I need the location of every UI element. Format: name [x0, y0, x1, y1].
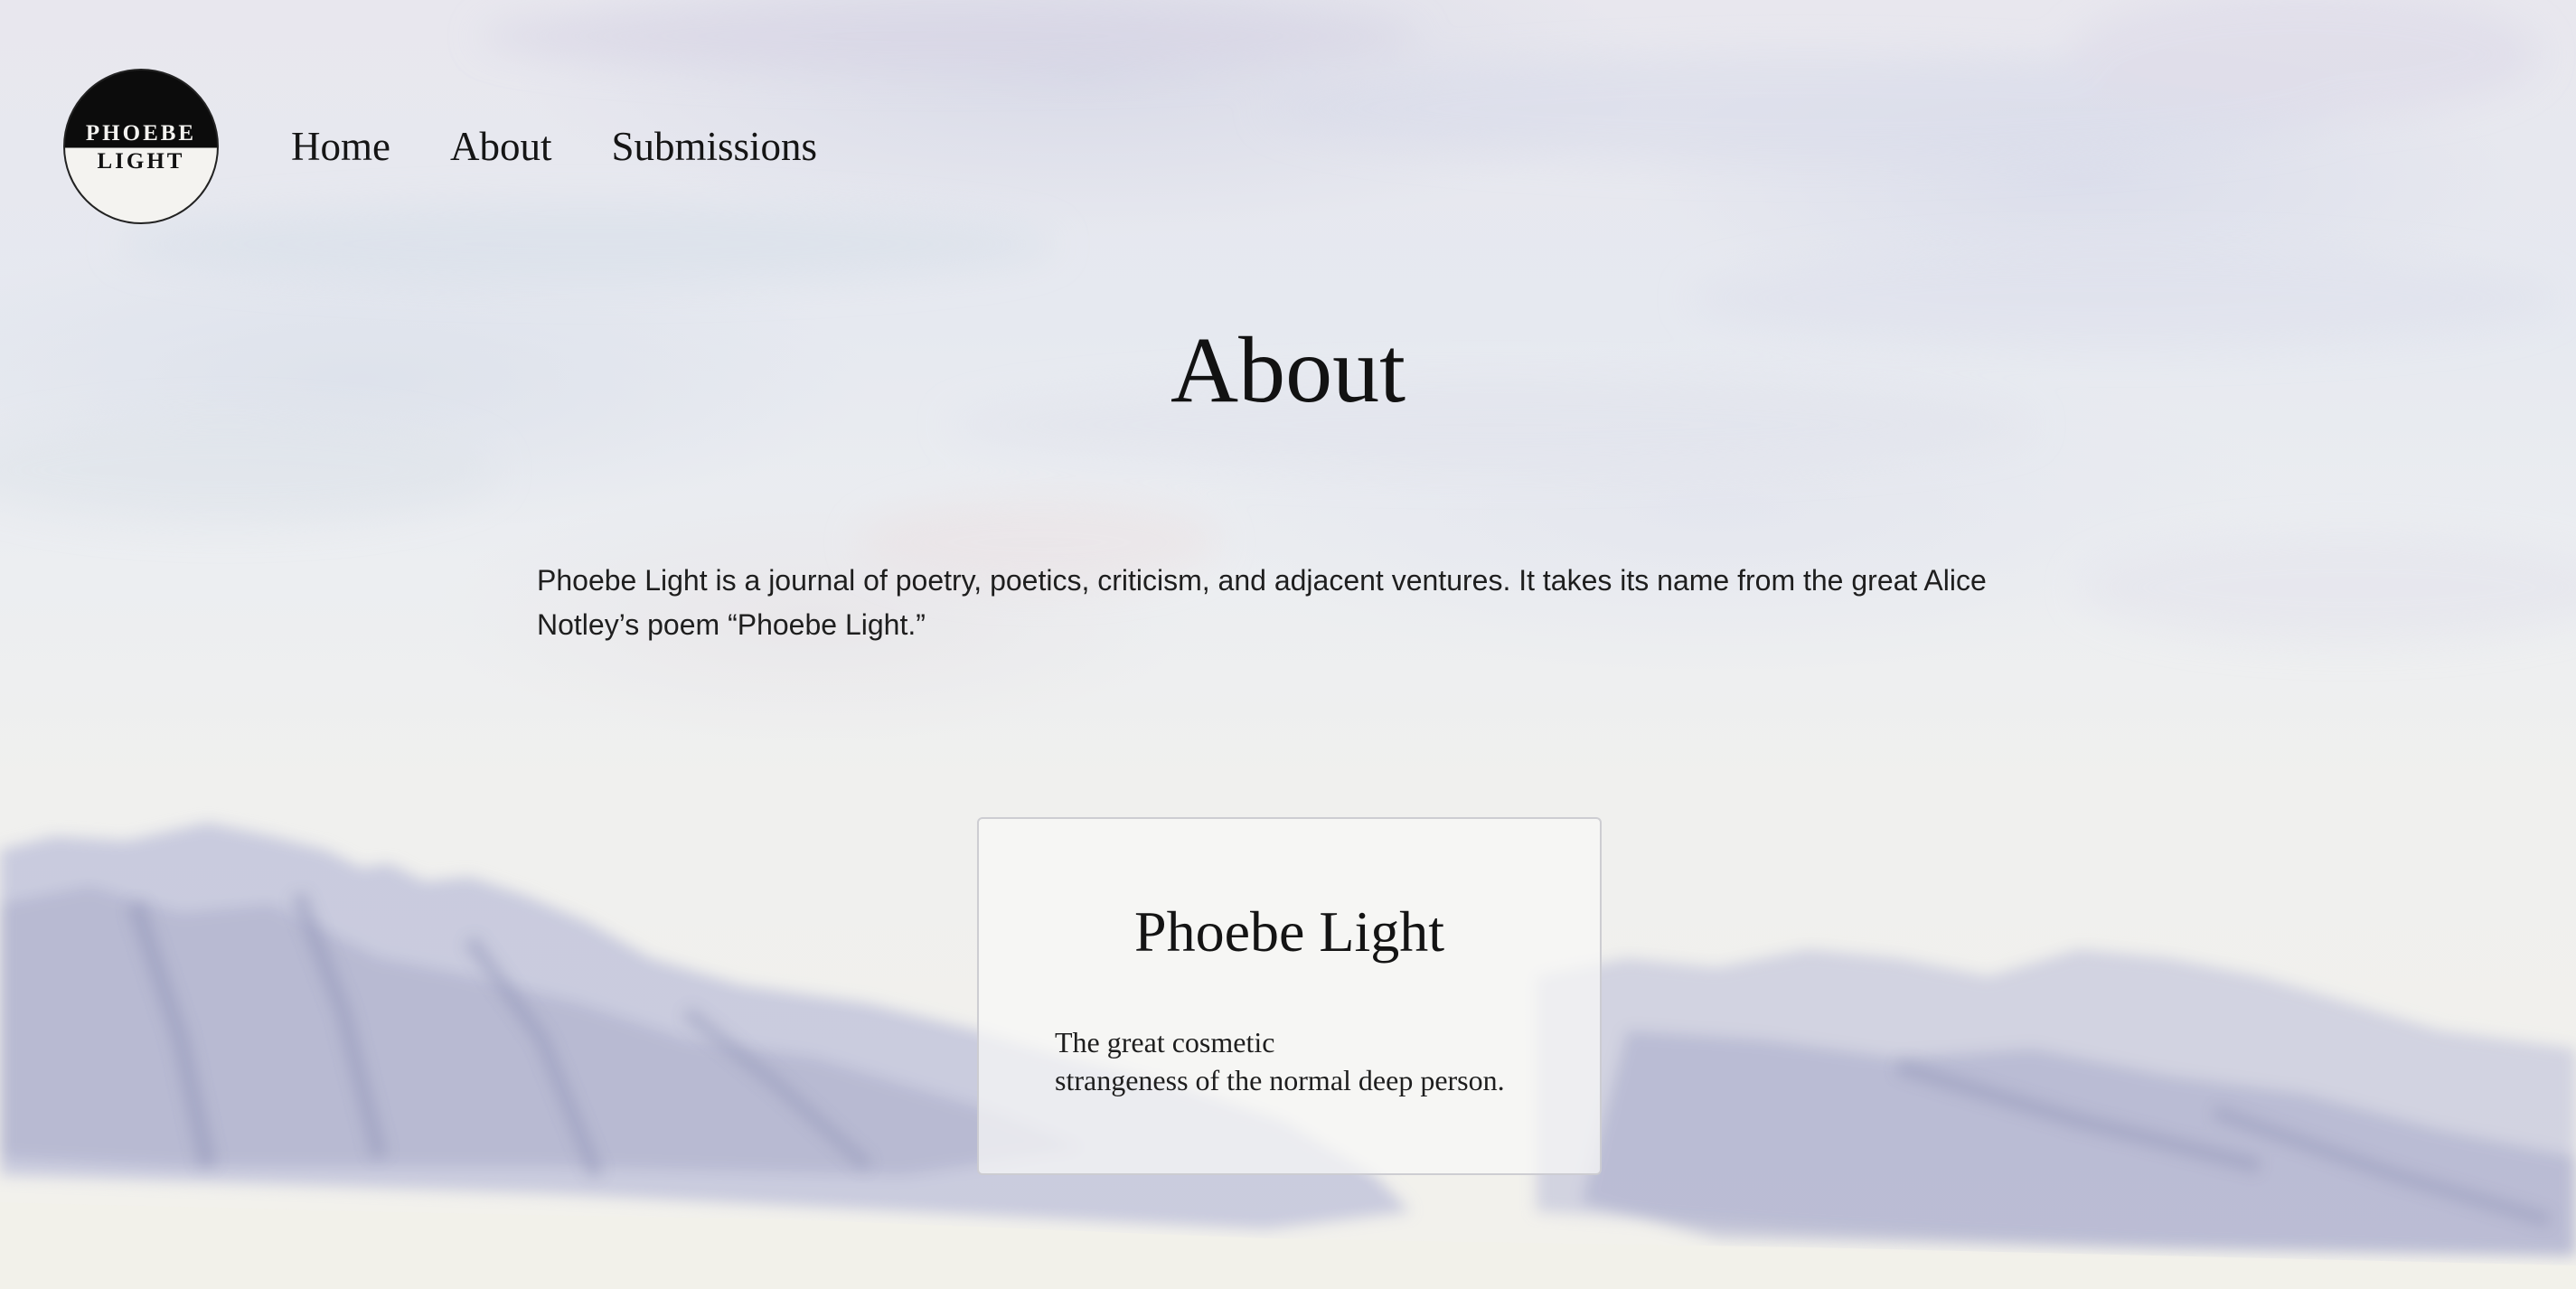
nav-link-about[interactable]: About	[450, 123, 552, 170]
nav-link-submissions[interactable]: Submissions	[611, 123, 817, 170]
card-quote: The great cosmetic strangeness of the no…	[1055, 1023, 1505, 1099]
card-quote-line: The great cosmetic	[1055, 1026, 1275, 1058]
card-quote-line: strangeness of the normal deep person.	[1055, 1064, 1505, 1096]
site-header: PHOEBE LIGHT Home About Submissions	[63, 69, 877, 224]
page-title: About	[1170, 318, 1406, 422]
nav-link-home[interactable]: Home	[291, 123, 390, 170]
card-title: Phoebe Light	[1133, 899, 1445, 964]
logo-text-bottom: LIGHT	[97, 149, 185, 174]
about-intro-text: Phoebe Light is a journal of poetry, poe…	[537, 564, 1987, 641]
journal-card: Phoebe Light The great cosmetic strangen…	[977, 817, 1602, 1175]
logo-text-top: PHOEBE	[85, 121, 197, 146]
main-nav: Home About Submissions	[291, 123, 877, 170]
site-logo[interactable]: PHOEBE LIGHT	[63, 69, 219, 224]
